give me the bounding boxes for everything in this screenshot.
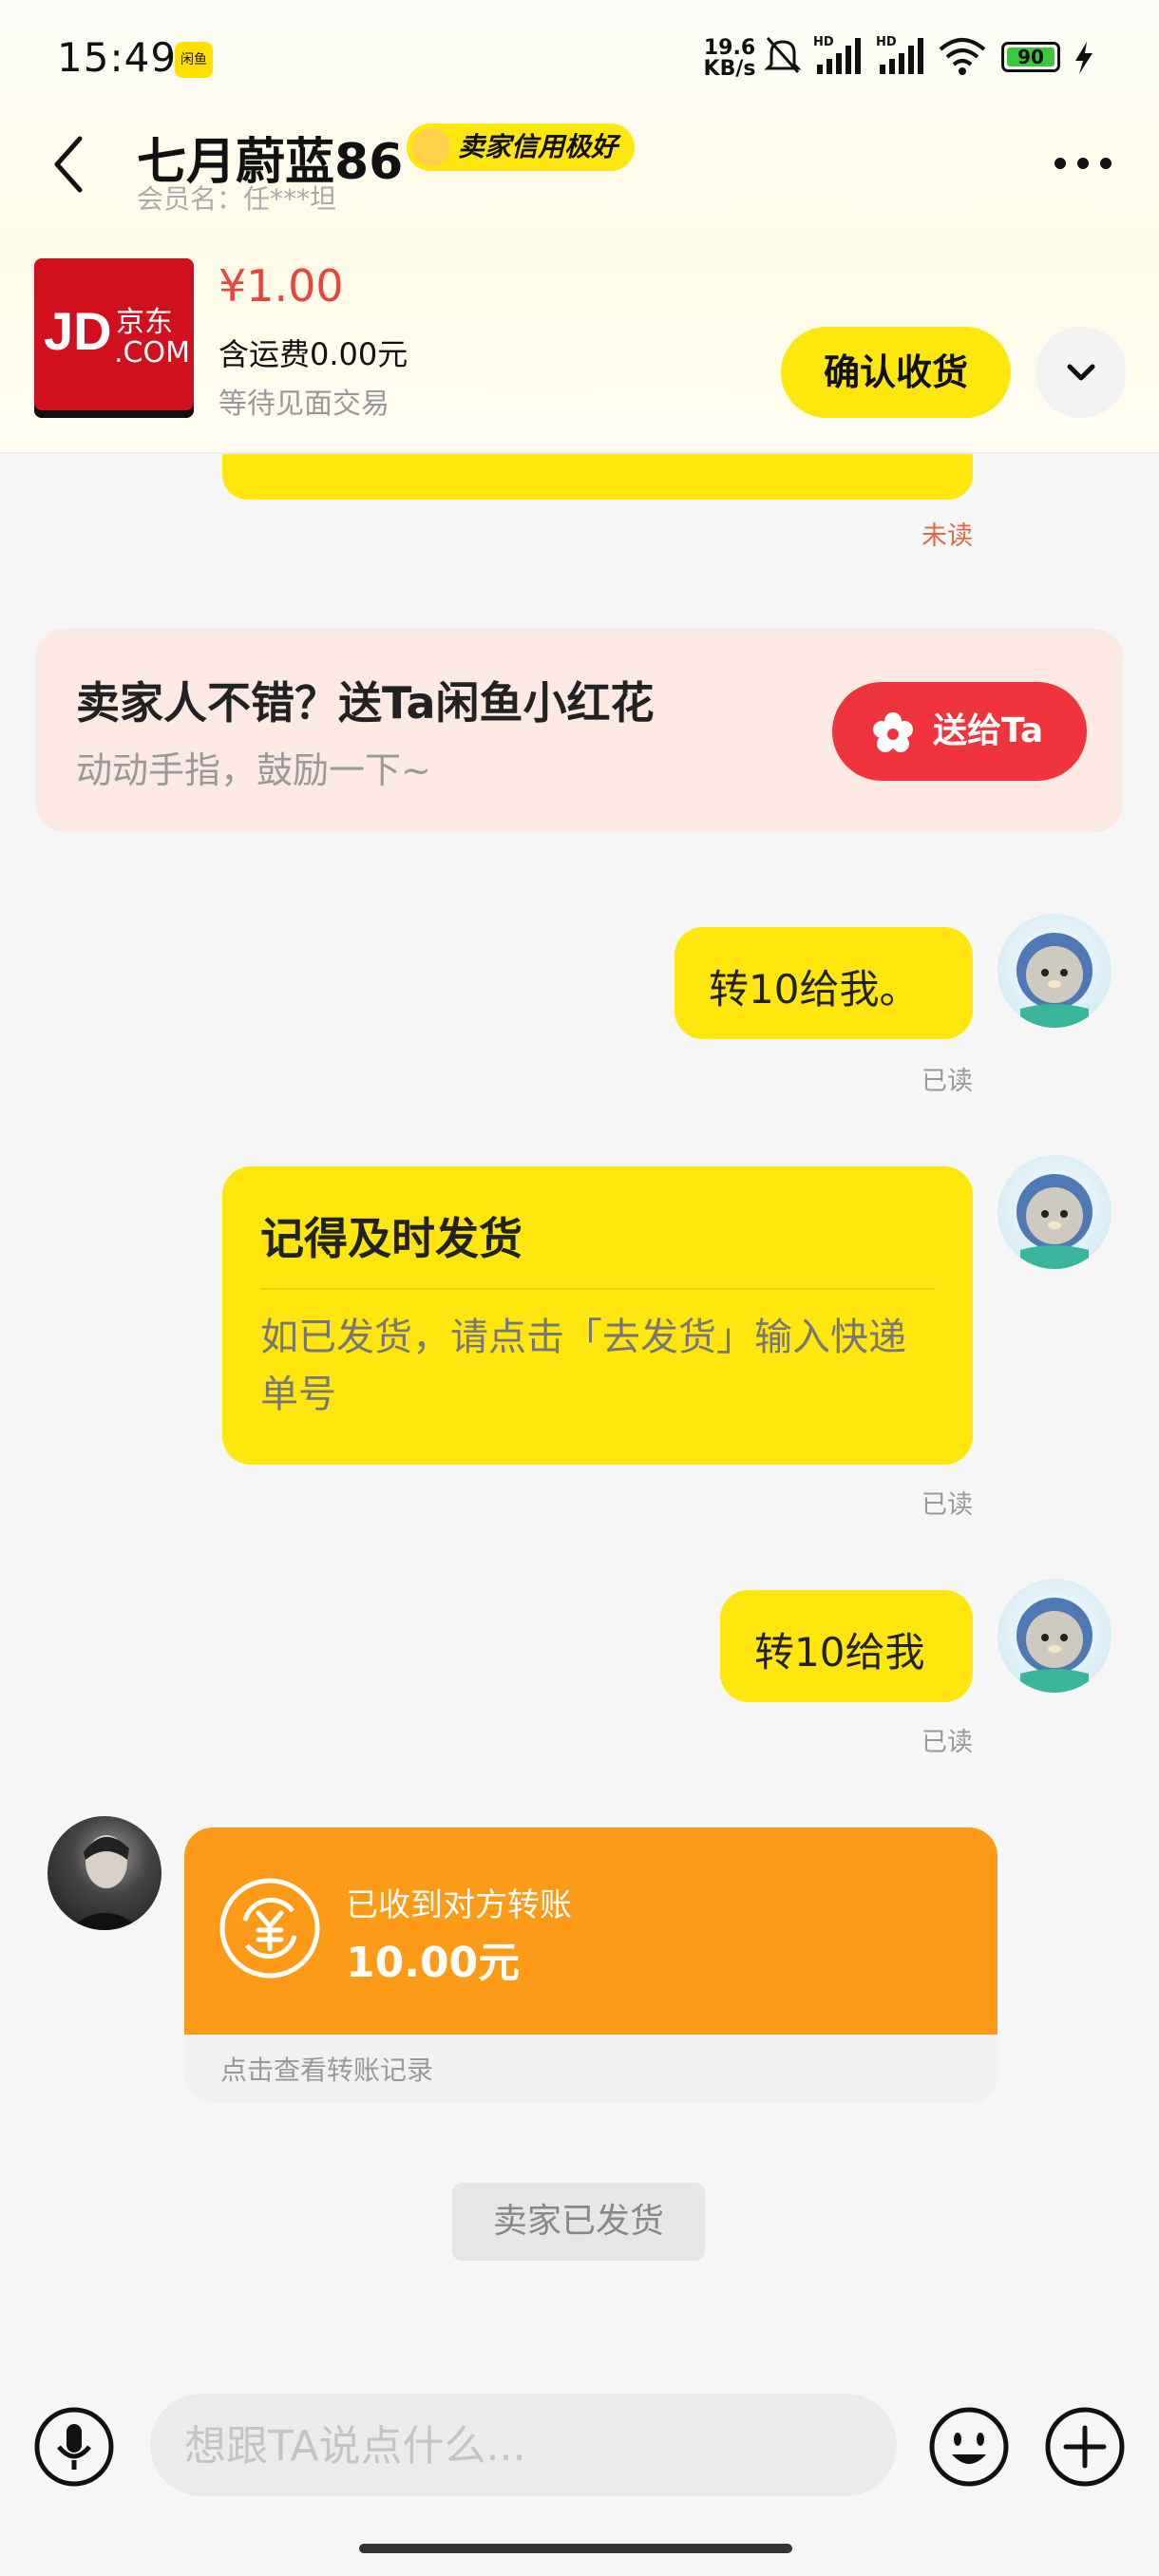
network-speed-unit: KB/s <box>703 57 756 81</box>
battery-level: 90 <box>1007 47 1054 66</box>
my-avatar[interactable] <box>998 1579 1112 1693</box>
transfer-card[interactable]: 已收到对方转账 10.00元 点击查看转账记录 <box>184 1828 998 2103</box>
status-bar: 15:49 闲鱼 19.6 KB/s HD HD 90 <box>0 0 1159 112</box>
cool-face-icon <box>412 128 450 166</box>
reminder-body: 如已发货，请点击「去发货」输入快递单号 <box>260 1316 906 1416</box>
signal-1-icon: HD <box>813 35 861 74</box>
home-indicator[interactable] <box>359 2544 792 2553</box>
emoji-icon[interactable] <box>927 2405 1011 2489</box>
plus-icon[interactable] <box>1043 2405 1127 2489</box>
send-flower-button[interactable]: 送给Ta <box>832 682 1087 781</box>
reminder-title: 记得及时发货 <box>260 1213 522 1264</box>
jd-logo-com: .COM <box>114 336 190 369</box>
unread-status: 未读 <box>922 521 973 551</box>
message-bubble[interactable]: 转10给我 <box>720 1590 973 1702</box>
battery-icon: 90 <box>1001 42 1060 72</box>
expand-button[interactable] <box>1036 327 1127 418</box>
partial-message-bubble[interactable] <box>222 454 973 500</box>
confirm-receipt-button[interactable]: 确认收货 <box>781 327 1011 418</box>
back-arrow-icon[interactable] <box>48 131 89 198</box>
message-bubble[interactable]: 转10给我。 <box>674 927 973 1039</box>
network-speed: 19.6 KB/s <box>701 38 758 80</box>
send-flower-label: 送给Ta <box>933 711 1044 750</box>
chat-header: 七月蔚蓝86 卖家信用极好 会员名：任***坦 <box>0 112 1159 224</box>
svg-text:HD: HD <box>876 35 897 49</box>
read-status: 已读 <box>922 1490 973 1520</box>
xianyu-notification-icon: 闲鱼 <box>175 42 213 78</box>
my-avatar[interactable] <box>998 1155 1112 1269</box>
seller-avatar[interactable] <box>48 1816 162 1930</box>
seller-credit-badge: 卖家信用极好 <box>407 123 636 171</box>
read-status: 已读 <box>922 1067 973 1096</box>
wifi-icon <box>939 38 986 75</box>
jd-logo-cn: 京东 <box>116 306 173 339</box>
product-price: ¥1.00 <box>218 260 344 312</box>
cat-avatar-image <box>1016 1598 1092 1693</box>
transfer-record-link[interactable]: 点击查看转账记录 <box>220 2050 433 2088</box>
message-text: 转10给我 <box>754 1629 925 1676</box>
status-time: 15:49 <box>57 34 178 81</box>
member-name: 会员名：任***坦 <box>137 183 337 215</box>
cat-avatar-image <box>1016 933 1092 1028</box>
chevron-down-icon <box>1067 364 1095 381</box>
voice-icon[interactable] <box>32 2405 116 2489</box>
charging-icon <box>1075 42 1092 74</box>
network-speed-value: 19.6 <box>703 36 756 60</box>
flower-card-subtitle: 动动手指，鼓励一下~ <box>76 749 431 791</box>
my-avatar[interactable] <box>998 914 1112 1028</box>
product-summary[interactable]: JD 京东 .COM ¥1.00 含运费0.00元 等待见面交易 确认收货 <box>0 236 1159 454</box>
read-status: 已读 <box>922 1728 973 1757</box>
man-avatar-image <box>68 1835 142 1930</box>
seller-credit-label: 卖家信用极好 <box>458 131 618 162</box>
transfer-header: 已收到对方转账 10.00元 <box>184 1828 998 2035</box>
message-input-container[interactable] <box>150 2394 897 2498</box>
trade-status: 等待见面交易 <box>218 388 390 421</box>
message-input[interactable] <box>182 2394 870 2498</box>
cat-avatar-image <box>1016 1174 1092 1269</box>
shipping-fee: 含运费0.00元 <box>218 336 408 372</box>
message-text: 转10给我。 <box>709 966 920 1013</box>
mute-bell-icon <box>764 37 802 73</box>
flower-icon <box>873 712 913 752</box>
svg-text:HD: HD <box>813 35 834 49</box>
jd-logo-mark: JD <box>44 301 112 361</box>
card-divider <box>260 1288 935 1290</box>
more-options-icon[interactable] <box>1053 154 1113 173</box>
yuan-exchange-icon <box>219 1878 320 1979</box>
transfer-label: 已收到对方转账 <box>346 1886 572 1924</box>
shipping-reminder-card[interactable]: 记得及时发货 如已发货，请点击「去发货」输入快递单号 <box>222 1166 973 1465</box>
jd-logo-image: JD 京东 .COM <box>34 258 194 418</box>
transfer-amount: 10.00元 <box>346 1939 521 1987</box>
send-flower-card: 卖家人不错？送Ta闲鱼小红花 动动手指，鼓励一下~ 送给Ta <box>36 629 1123 832</box>
signal-2-icon: HD <box>876 35 923 74</box>
system-tip: 卖家已发货 <box>452 2183 705 2261</box>
flower-card-title: 卖家人不错？送Ta闲鱼小红花 <box>76 677 655 729</box>
